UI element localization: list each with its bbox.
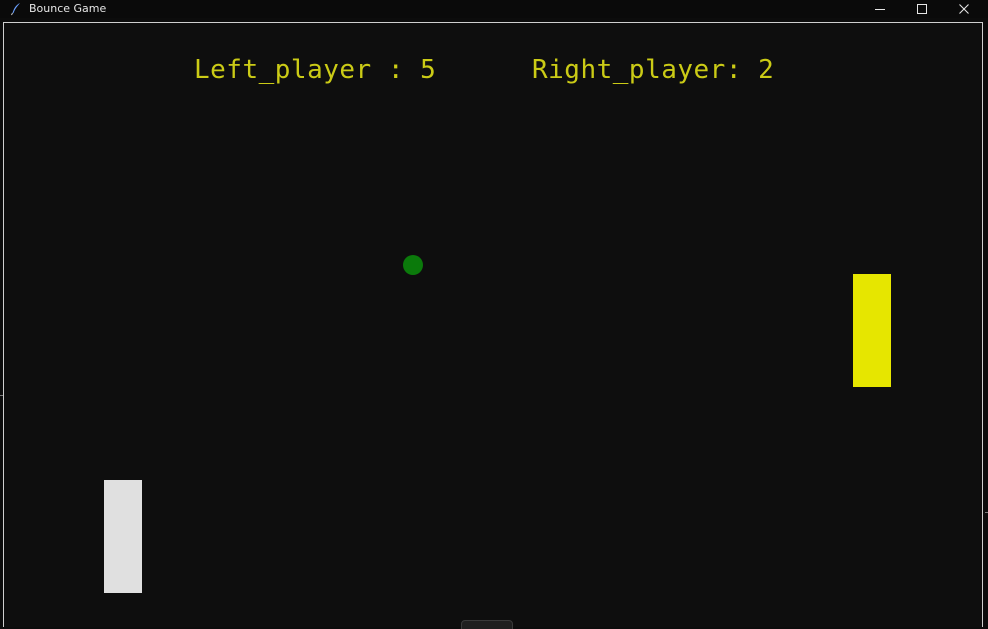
right-paddle	[853, 274, 891, 387]
left-edge-marker	[0, 395, 3, 396]
minimize-button[interactable]	[859, 0, 901, 18]
title-bar[interactable]: Bounce Game	[0, 0, 988, 18]
maximize-icon	[917, 4, 927, 14]
right-player-score: Right_player: 2	[532, 55, 775, 85]
ball	[403, 255, 423, 275]
bottom-edge-tab	[461, 620, 513, 629]
feather-icon	[11, 3, 20, 16]
left-player-score: Left_player : 5	[194, 55, 437, 85]
maximize-button[interactable]	[901, 0, 943, 18]
minimize-icon	[875, 9, 885, 10]
window-title: Bounce Game	[29, 2, 107, 15]
close-button[interactable]	[943, 0, 985, 18]
game-canvas[interactable]	[3, 22, 983, 627]
app-window: Bounce Game Left_player : 5 Right_player…	[0, 0, 988, 629]
close-icon	[959, 4, 969, 14]
left-paddle	[104, 480, 142, 593]
